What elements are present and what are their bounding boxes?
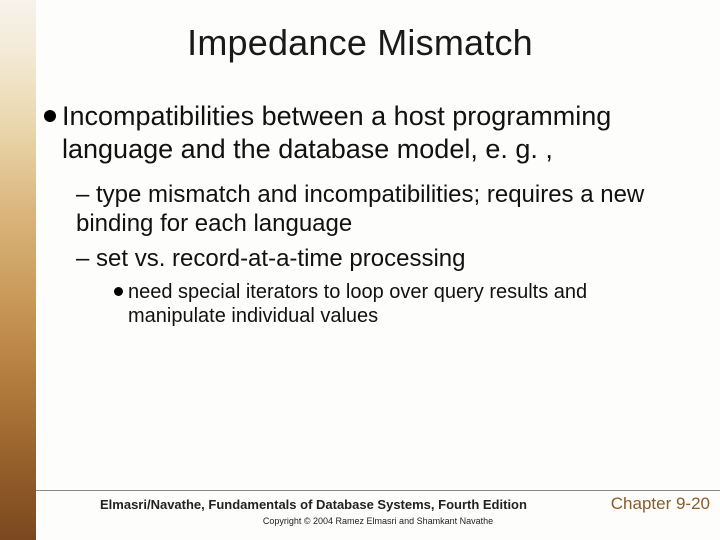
- bullet-level2: set vs. record-at-a-time processing: [76, 244, 680, 273]
- bullet-level1: Incompatibilities between a host program…: [44, 100, 680, 166]
- slide: Impedance Mismatch Incompatibilities bet…: [0, 0, 720, 540]
- slide-footer: Elmasri/Navathe, Fundamentals of Databas…: [36, 490, 720, 526]
- chapter-label: Chapter 9-20: [611, 494, 710, 514]
- bullet-level2: type mismatch and incompatibilities; req…: [76, 180, 680, 239]
- footer-divider: [36, 490, 720, 491]
- copyright-text: Copyright © 2004 Ramez Elmasri and Shamk…: [36, 516, 720, 526]
- book-title: Elmasri/Navathe, Fundamentals of Databas…: [100, 497, 527, 512]
- slide-content: Incompatibilities between a host program…: [0, 100, 720, 328]
- bullet-text: need special iterators to loop over quer…: [128, 280, 680, 329]
- footer-row: Elmasri/Navathe, Fundamentals of Databas…: [36, 494, 720, 514]
- bullet-level3: need special iterators to loop over quer…: [114, 280, 680, 329]
- slide-title: Impedance Mismatch: [0, 22, 720, 64]
- bullet-text: Incompatibilities between a host program…: [62, 100, 680, 166]
- disc-bullet-icon: [44, 110, 56, 122]
- disc-bullet-icon: [114, 287, 123, 296]
